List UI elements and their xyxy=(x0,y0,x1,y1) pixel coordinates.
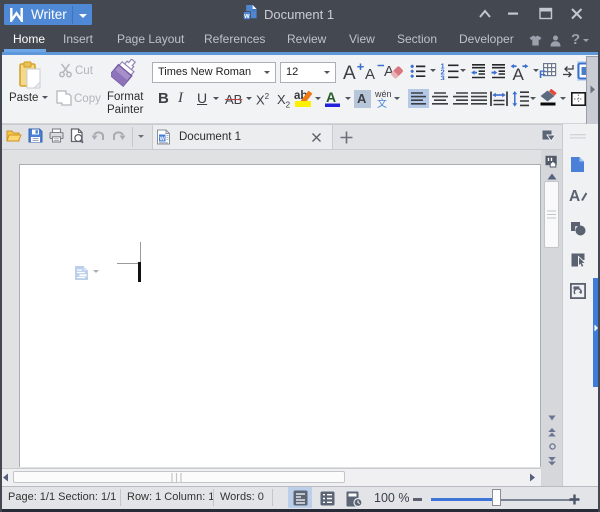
svg-text:A: A xyxy=(569,188,580,203)
svg-text:W: W xyxy=(160,137,166,143)
svg-text:文: 文 xyxy=(377,97,387,108)
svg-text:F: F xyxy=(539,69,546,79)
svg-text:A: A xyxy=(326,89,336,105)
svg-text:3: 3 xyxy=(441,74,445,81)
svg-text:A: A xyxy=(384,63,394,80)
svg-text:A: A xyxy=(365,66,375,80)
svg-text:w: w xyxy=(243,13,250,20)
svg-text:A: A xyxy=(343,63,356,80)
svg-text:A: A xyxy=(513,65,525,80)
svg-text:wén: wén xyxy=(375,89,392,99)
